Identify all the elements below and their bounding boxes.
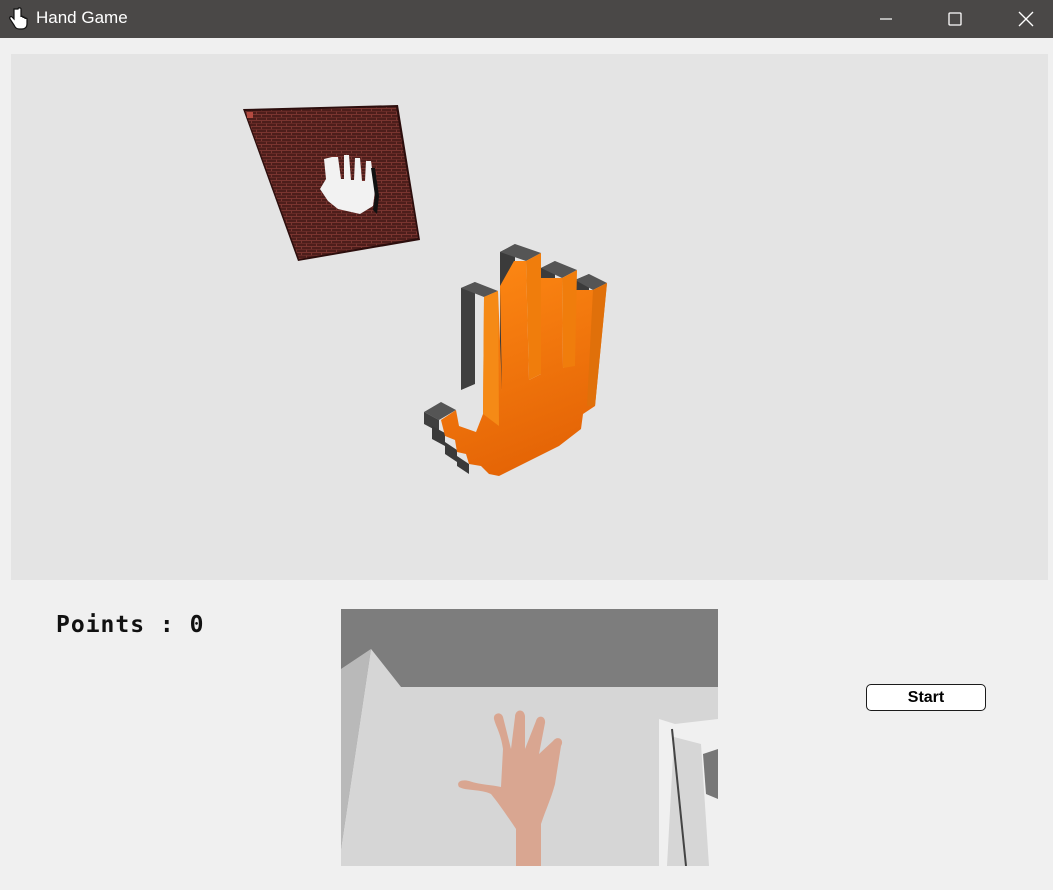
window-title: Hand Game	[36, 8, 128, 27]
pointing-hand-icon	[9, 7, 28, 30]
minimize-icon	[880, 18, 892, 20]
points-label: Points : 0	[56, 612, 205, 638]
start-button[interactable]: Start	[866, 684, 986, 711]
brick-wall	[243, 105, 420, 261]
game-viewport	[11, 54, 1048, 580]
maximize-icon	[948, 12, 962, 26]
title-bar: Hand Game	[0, 0, 1053, 38]
maximize-button[interactable]	[932, 0, 978, 38]
close-icon	[1018, 11, 1034, 27]
orange-voxel-hand	[424, 244, 607, 476]
webcam-feed	[341, 609, 718, 866]
close-button[interactable]	[1003, 0, 1049, 38]
minimize-button[interactable]	[863, 0, 909, 38]
